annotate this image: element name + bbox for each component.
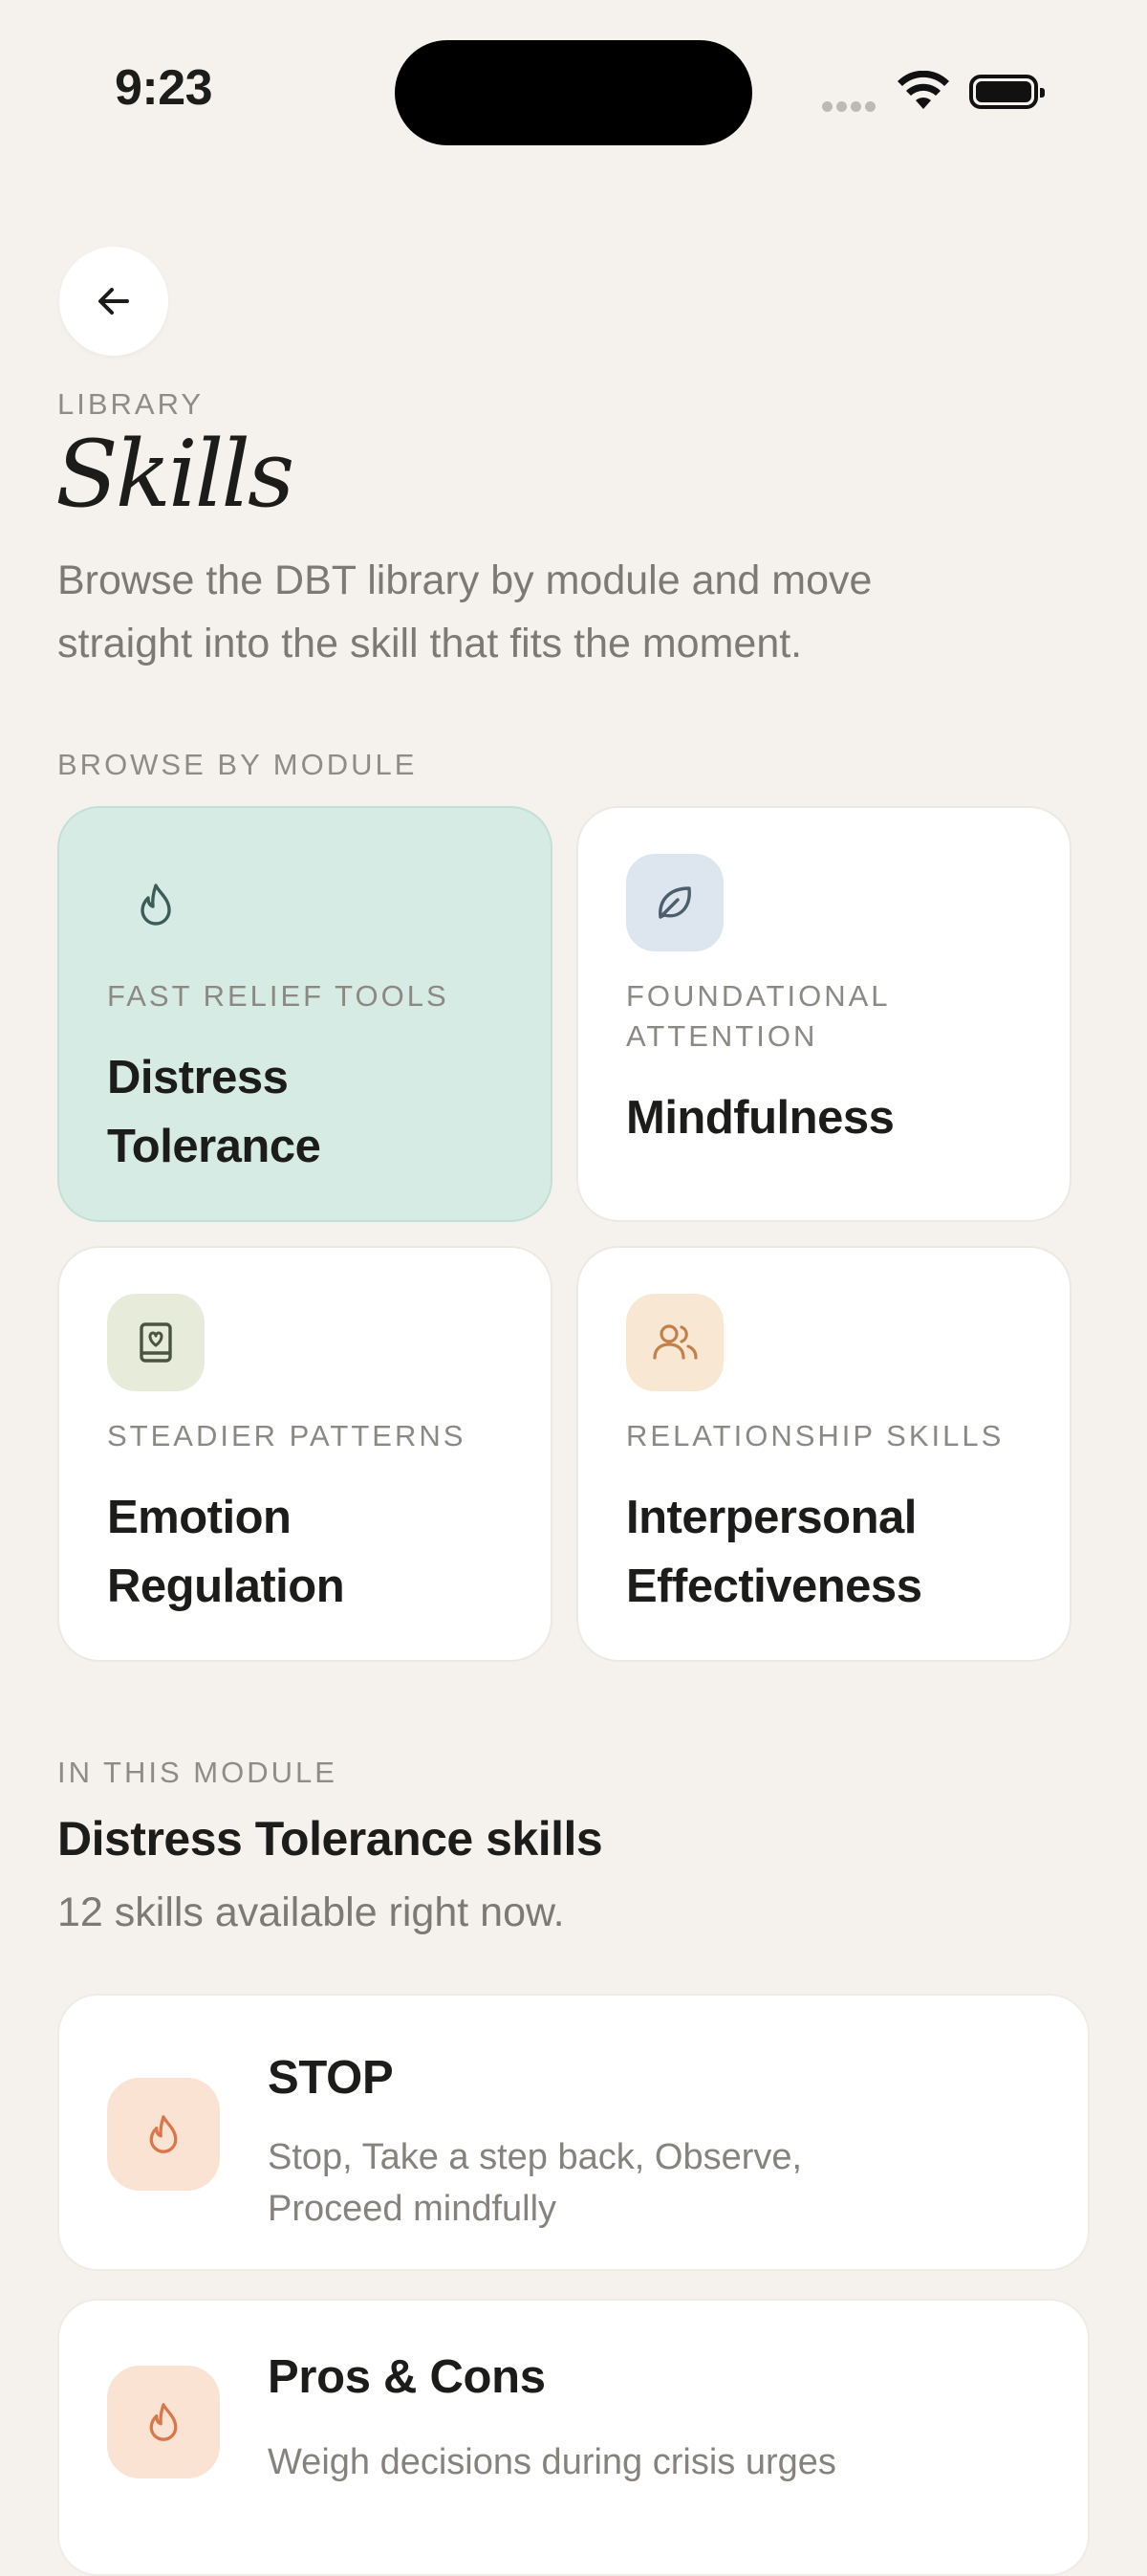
flame-icon [107, 2366, 220, 2478]
page-intro: Browse the DBT library by module and mov… [57, 557, 873, 666]
page-eyebrow: LIBRARY [57, 387, 205, 421]
skill-title: Pros & Cons [268, 2351, 546, 2403]
module-kicker: FAST RELIEF TOOLS [107, 979, 449, 1013]
people-icon [626, 1294, 724, 1391]
flame-icon [107, 856, 205, 953]
skill-row-pros-cons[interactable]: Pros & Cons Weigh decisions during crisi… [57, 2299, 1090, 2576]
skill-description: Stop, Take a step back, Observe, Proceed… [268, 2137, 803, 2229]
module-detail-heading: Distress Tolerance skills [57, 1812, 603, 1866]
leaf-icon [626, 854, 724, 951]
journal-heart-icon [107, 1294, 205, 1391]
module-kicker: STEADIER PATTERNS [107, 1419, 466, 1452]
battery-icon [969, 75, 1045, 109]
module-name: Distress Tolerance [107, 1052, 321, 1172]
module-detail-eyebrow: IN THIS MODULE [57, 1756, 337, 1789]
module-card-distress-tolerance[interactable]: FAST RELIEF TOOLS Distress Tolerance [57, 806, 552, 1222]
cellular-signal-icon [822, 99, 879, 117]
modules-heading: BROWSE BY MODULE [57, 748, 418, 781]
status-time: 9:23 [115, 60, 213, 116]
skill-title: STOP [268, 2052, 394, 2104]
module-card-emotion-regulation[interactable]: STEADIER PATTERNS Emotion Regulation [57, 1246, 552, 1662]
page-title: Skills [55, 421, 294, 528]
module-card-interpersonal-effectiveness[interactable]: RELATIONSHIP SKILLS Interpersonal Effect… [576, 1246, 1071, 1662]
skill-count: 12 skills available right now. [57, 1889, 565, 1935]
flame-icon [107, 2078, 220, 2191]
module-name: Interpersonal Effectiveness [626, 1492, 922, 1612]
back-button[interactable] [59, 247, 168, 356]
module-kicker: RELATIONSHIP SKILLS [626, 1419, 1005, 1452]
module-kicker: FOUNDATIONAL ATTENTION [626, 979, 890, 1053]
module-name: Mindfulness [626, 1092, 895, 1144]
arrow-left-icon [98, 288, 129, 315]
skill-row-stop[interactable]: STOP Stop, Take a step back, Observe, Pr… [57, 1994, 1090, 2271]
module-card-mindfulness[interactable]: FOUNDATIONAL ATTENTION Mindfulness [576, 806, 1071, 1222]
module-name: Emotion Regulation [107, 1492, 345, 1612]
skill-description: Weigh decisions during crisis urges [268, 2442, 836, 2482]
dynamic-island [395, 40, 752, 145]
wifi-icon [897, 70, 950, 116]
